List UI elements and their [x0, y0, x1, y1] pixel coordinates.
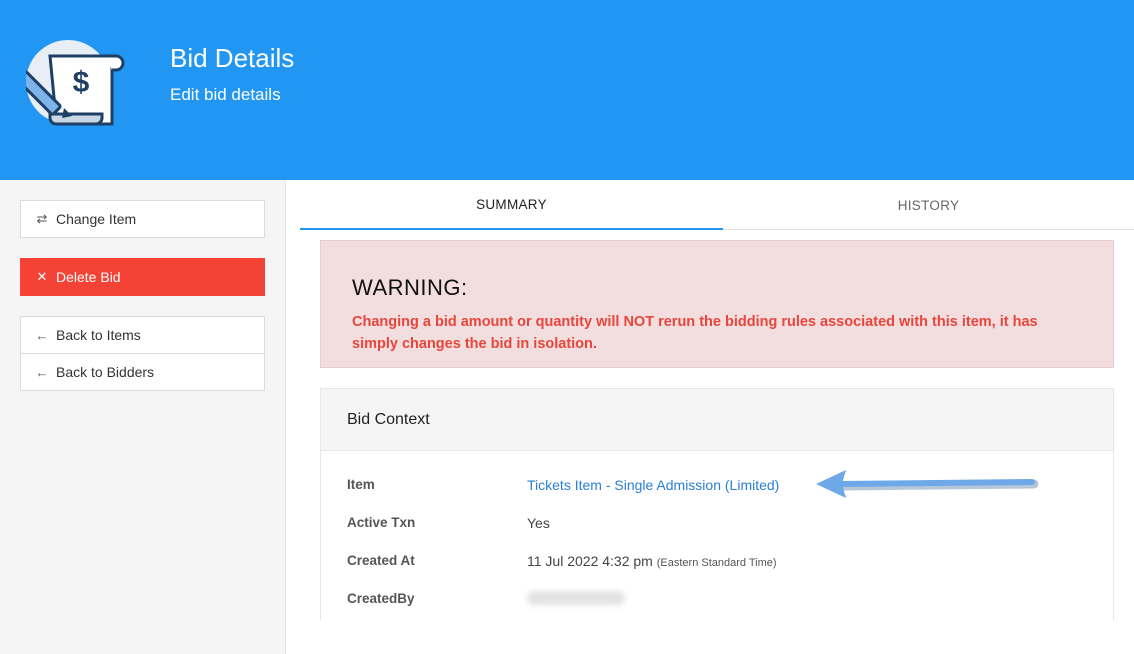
tab-history[interactable]: HISTORY — [723, 180, 1134, 230]
warning-alert: WARNING: Changing a bid amount or quanti… — [320, 240, 1114, 368]
tab-summary[interactable]: SUMMARY — [300, 180, 723, 230]
warning-text: Changing a bid amount or quantity will N… — [352, 314, 1038, 352]
page-header: $ Bid Details Edit bid details — [0, 0, 1134, 180]
created-at-datetime: 11 Jul 2022 4:32 pm — [527, 553, 653, 569]
item-link[interactable]: Tickets Item - Single Admission (Limited… — [527, 477, 779, 493]
back-to-bidders-label: Back to Bidders — [56, 364, 155, 380]
swap-arrows-icon: ⇄ — [36, 211, 48, 226]
created-at-label: Created At — [347, 553, 415, 568]
page-bottom-cutoff — [300, 620, 1134, 654]
change-item-label: Change Item — [56, 211, 137, 227]
created-at-value: 11 Jul 2022 4:32 pm (Eastern Standard Ti… — [527, 553, 777, 569]
redacted-name — [527, 591, 625, 605]
arrow-left-icon: ← — [35, 364, 49, 380]
detail-row-created-at: Created At 11 Jul 2022 4:32 pm (Eastern … — [347, 553, 1087, 573]
created-by-label: CreatedBy — [347, 591, 415, 606]
svg-text:$: $ — [73, 66, 90, 99]
created-by-value — [527, 591, 625, 608]
tab-bar: SUMMARY HISTORY — [300, 180, 1134, 230]
back-to-items-label: Back to Items — [56, 327, 141, 343]
arrow-left-icon: ← — [35, 327, 49, 343]
detail-row-created-by: CreatedBy — [347, 591, 1087, 611]
bid-context-title: Bid Context — [347, 411, 430, 428]
close-icon: ✕ — [36, 269, 48, 284]
change-item-button[interactable]: ⇄ Change Item — [20, 200, 265, 238]
active-txn-label: Active Txn — [347, 515, 416, 530]
item-label: Item — [347, 477, 375, 492]
active-txn-value: Yes — [527, 515, 550, 531]
bid-context-card: Bid Context Item Tickets Item - Single A… — [320, 388, 1114, 628]
delete-bid-label: Delete Bid — [56, 269, 121, 285]
back-to-bidders-button[interactable]: ← Back to Bidders — [20, 353, 265, 391]
warning-title: WARNING: — [352, 275, 468, 300]
page-title: Bid Details — [170, 43, 295, 73]
page-subtitle: Edit bid details — [170, 85, 281, 104]
detail-row-active-txn: Active Txn Yes — [347, 515, 1087, 535]
delete-bid-button[interactable]: ✕ Delete Bid — [20, 258, 265, 296]
back-to-items-button[interactable]: ← Back to Items — [20, 316, 265, 354]
annotation-arrow-icon — [816, 470, 1039, 498]
bid-document-pencil-icon: $ — [26, 40, 125, 126]
created-at-timezone: (Eastern Standard Time) — [656, 557, 777, 569]
sidebar: ⇄ Change Item ✕ Delete Bid ← Back to Ite… — [0, 180, 286, 654]
bid-context-header: Bid Context — [321, 389, 1113, 451]
